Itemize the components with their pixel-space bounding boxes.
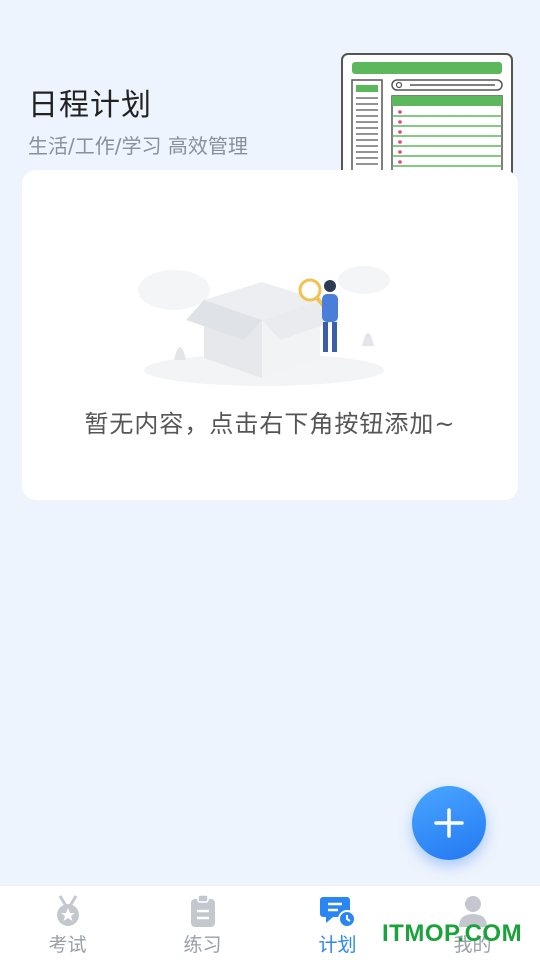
- tab-label-plan: 计划: [318, 934, 357, 956]
- tab-label-practice: 练习: [183, 934, 222, 956]
- schedule-illustration: [341, 53, 513, 181]
- add-button[interactable]: [412, 786, 486, 860]
- empty-state-message: 暂无内容，点击右下角按钮添加~: [84, 410, 456, 438]
- plus-icon: [434, 808, 464, 838]
- page-header: 日程计划 生活/工作/学习 高效管理: [28, 80, 248, 159]
- tab-label-exam: 考试: [48, 934, 87, 956]
- clipboard-icon: [190, 894, 215, 927]
- plan-clock-icon: [319, 897, 356, 928]
- content-card: 暂无内容，点击右下角按钮添加~: [22, 170, 518, 500]
- watermark: ITMOP.COM: [382, 920, 523, 947]
- medal-icon: [56, 895, 79, 926]
- page-subtitle: 生活/工作/学习 高效管理: [28, 134, 248, 158]
- tab-exam[interactable]: 考试: [0, 886, 135, 960]
- empty-box-illustration: [138, 266, 390, 386]
- tab-practice[interactable]: 练习: [135, 886, 270, 960]
- page-title: 日程计划: [28, 88, 152, 123]
